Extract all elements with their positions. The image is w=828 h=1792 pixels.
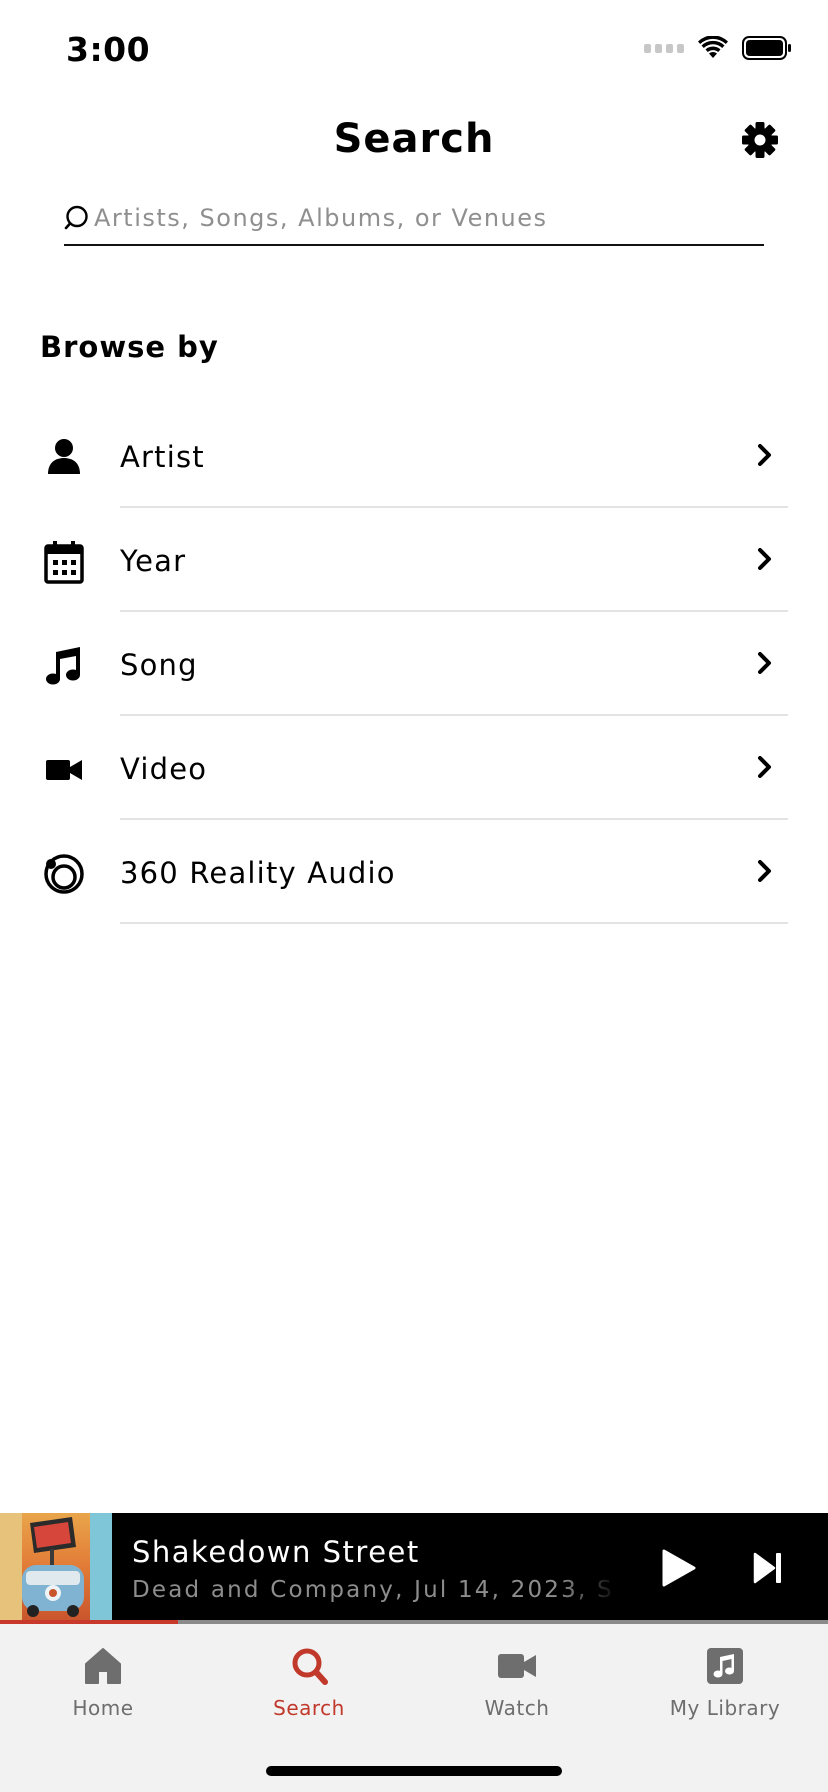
video-camera-icon bbox=[498, 1654, 536, 1678]
browse-item-label: Year bbox=[120, 544, 187, 578]
chevron-right-icon bbox=[758, 652, 771, 674]
browse-item-label: 360 Reality Audio bbox=[120, 856, 396, 890]
search-screen: 3:00 Search Artists, Songs, Albums, or V… bbox=[0, 0, 828, 1792]
search-field bbox=[64, 196, 764, 246]
search-icon bbox=[64, 205, 88, 230]
settings-button[interactable] bbox=[740, 120, 780, 160]
browse-item-label: Song bbox=[120, 648, 198, 682]
chevron-right-icon bbox=[758, 756, 771, 778]
music-note-icon bbox=[40, 642, 88, 690]
browse-item-360-reality-audio[interactable]: 360 Reality Audio bbox=[0, 820, 828, 924]
chevron-right-icon bbox=[758, 548, 771, 570]
browse-heading: Browse by bbox=[40, 330, 219, 364]
tab-search[interactable]: Search bbox=[214, 1646, 404, 1736]
browse-item-song[interactable]: Song bbox=[0, 612, 828, 716]
chevron-right-icon bbox=[758, 444, 771, 466]
browse-item-artist[interactable]: Artist bbox=[0, 404, 828, 508]
calendar-icon bbox=[40, 538, 88, 586]
tab-my-library[interactable]: My Library bbox=[630, 1646, 820, 1736]
browse-list: Artist Year Song Video 360 Reality Audio bbox=[0, 404, 828, 924]
video-camera-icon bbox=[40, 746, 88, 794]
home-indicator bbox=[266, 1766, 562, 1776]
skip-next-button[interactable] bbox=[752, 1549, 784, 1587]
browse-item-year[interactable]: Year bbox=[0, 508, 828, 612]
play-button[interactable] bbox=[658, 1547, 698, 1589]
tab-home[interactable]: Home bbox=[8, 1646, 198, 1736]
tab-label: My Library bbox=[669, 1696, 781, 1720]
cellular-signal-icon bbox=[644, 43, 684, 53]
album-art[interactable] bbox=[0, 1513, 112, 1621]
search-icon bbox=[292, 1648, 328, 1685]
page-title: Search bbox=[333, 116, 495, 162]
subtitle-fade bbox=[560, 1573, 620, 1609]
wifi-icon bbox=[698, 36, 728, 58]
home-icon bbox=[85, 1648, 121, 1684]
tab-label: Watch bbox=[484, 1696, 550, 1720]
track-title: Shakedown Street bbox=[132, 1535, 420, 1569]
mini-player[interactable]: Shakedown Street Dead and Company, Jul 1… bbox=[0, 1513, 828, 1623]
music-library-icon bbox=[707, 1648, 743, 1684]
status-bar: 3:00 bbox=[0, 0, 828, 100]
person-icon bbox=[40, 434, 88, 482]
browse-item-video[interactable]: Video bbox=[0, 716, 828, 820]
divider bbox=[120, 922, 788, 924]
tab-watch[interactable]: Watch bbox=[422, 1646, 612, 1736]
status-indicators bbox=[644, 36, 792, 60]
status-time: 3:00 bbox=[66, 30, 151, 69]
header: Search bbox=[0, 110, 828, 174]
battery-icon bbox=[742, 36, 791, 60]
tab-label: Home bbox=[72, 1696, 134, 1720]
browse-item-label: Artist bbox=[120, 440, 205, 474]
360-audio-icon bbox=[40, 850, 88, 898]
tab-label: Search bbox=[273, 1696, 345, 1720]
search-input[interactable] bbox=[94, 196, 754, 240]
chevron-right-icon bbox=[758, 860, 771, 882]
track-subtitle: Dead and Company, Jul 14, 2023, Sa bbox=[132, 1577, 614, 1603]
browse-item-label: Video bbox=[120, 752, 208, 786]
gear-icon bbox=[742, 122, 778, 158]
